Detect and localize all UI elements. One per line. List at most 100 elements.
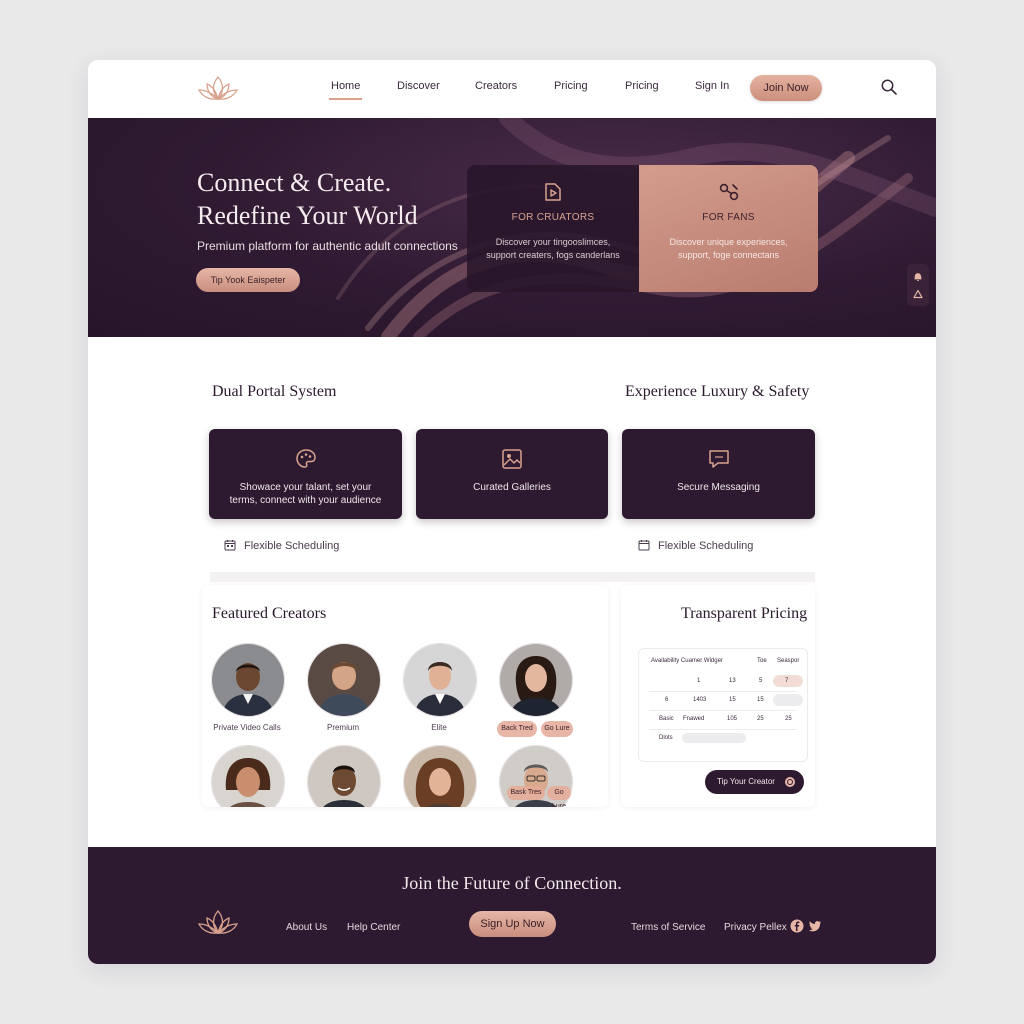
facebook-icon[interactable] (790, 919, 804, 933)
pricing-header-row: Availability Cuamer Widger Toe Seaspor (649, 653, 800, 671)
feature-card-messaging[interactable]: Secure Messaging (622, 429, 815, 519)
feature-card-talent[interactable]: Showace your talant, set your terms, con… (209, 429, 402, 519)
tip-button-label: Tip Your Creator (717, 777, 775, 786)
caption-elite: Elite (431, 723, 447, 732)
sign-up-now-button[interactable]: Sign Up Now (469, 911, 556, 937)
for-creators-portal[interactable]: FOR CRUATORS Discover your tingooslimces… (467, 165, 639, 292)
link-icon (719, 183, 738, 201)
nav-sign-in[interactable]: Sign In (695, 80, 729, 92)
footer-privacy-link[interactable]: Privacy Pellex (724, 922, 787, 933)
pricing-cell: Dlots (659, 735, 673, 741)
featured-creators-card: Featured Creators Private Video Calls Pr… (202, 585, 608, 807)
side-notification-pill[interactable] (907, 264, 929, 306)
pricing-cell: 25 (757, 716, 764, 722)
footer-about-link[interactable]: About Us (286, 922, 327, 933)
pricing-highlight[interactable] (773, 694, 803, 706)
feature-messaging-text: Secure Messaging (677, 482, 760, 493)
lotus-logo-icon[interactable] (196, 73, 240, 103)
for-creators-desc: Discover your tingooslimces, support cre… (486, 237, 620, 260)
pricing-row: 6 1403 15 15 (649, 692, 803, 711)
message-icon (708, 450, 729, 468)
section-divider (210, 572, 815, 582)
pricing-cell: 15 (757, 697, 764, 703)
flexible-scheduling-label-right: Flexible Scheduling (658, 540, 754, 552)
nav-pricing-2[interactable]: Pricing (625, 80, 659, 92)
caption-premium: Premium (326, 723, 359, 732)
flexible-scheduling-right: Flexible Scheduling (638, 539, 753, 552)
hero-banner: Connect & Create. Redefine Your World Pr… (88, 118, 936, 337)
bell-icon[interactable] (913, 272, 923, 282)
nav-discover[interactable]: Discover (397, 80, 440, 92)
top-nav: Home Discover Creators Pricing Pricing S… (88, 60, 936, 118)
tip-your-creator-button[interactable]: Tip Your Creator (705, 770, 804, 794)
pricing-cell: 6 (665, 697, 669, 703)
tag-chip[interactable]: Bask Tres (507, 786, 545, 800)
footer: Join the Future of Connection. About Us … (88, 847, 936, 964)
pricing-row: 1 13 5 7 (649, 673, 803, 692)
feature-card-galleries[interactable]: Curated Galleries (416, 429, 608, 519)
pricing-cell: 15 (729, 697, 736, 703)
calendar-icon (224, 540, 236, 551)
pricing-cell: 1403 (693, 697, 707, 703)
dual-portal-heading: Dual Portal System (212, 383, 337, 400)
creator-avatar[interactable] (307, 643, 381, 717)
for-fans-portal[interactable]: FOR FANS Discover unique experiences, su… (639, 165, 818, 292)
creator-photo-6 (308, 746, 380, 807)
hero-cta-button[interactable]: Tip Yook Eaispeter (196, 268, 300, 292)
gallery-icon (502, 449, 522, 469)
creator-avatar[interactable] (499, 643, 573, 717)
for-fans-title: FOR FANS (702, 212, 755, 223)
footer-help-link[interactable]: Help Center (347, 922, 400, 933)
creator-avatar[interactable] (211, 745, 285, 807)
page-card: Home Discover Creators Pricing Pricing S… (88, 60, 936, 964)
pricing-header: Toe (757, 658, 767, 664)
creator-photo-7 (404, 746, 476, 807)
creator-avatar[interactable] (211, 643, 285, 717)
twitter-icon[interactable] (808, 919, 822, 933)
nav-home[interactable]: Home (328, 80, 363, 100)
pricing-cell: 7 (785, 678, 789, 684)
palette-icon (295, 449, 316, 468)
tag-chip[interactable]: Go Lure (547, 786, 571, 807)
lotus-logo-icon[interactable] (196, 907, 240, 937)
transparent-pricing-heading: Transparent Pricing (681, 605, 808, 622)
pricing-cell: 13 (729, 678, 736, 684)
pricing-cell: Fnawed (683, 716, 705, 722)
hero-subtitle: Premium platform for authentic adult con… (197, 239, 458, 253)
flexible-scheduling-left: Flexible Scheduling (224, 539, 339, 552)
footer-terms-link[interactable]: Terms of Service (631, 922, 705, 933)
transparent-pricing-card: Transparent Pricing Availability Cuamer … (621, 585, 815, 807)
play-icon (545, 183, 561, 201)
pricing-table: Availability Cuamer Widger Toe Seaspor 1… (638, 648, 808, 762)
join-now-button[interactable]: Join Now (750, 75, 822, 101)
search-icon[interactable] (880, 78, 898, 96)
pricing-row: Basic Fnawed 105 25 25 (649, 711, 797, 730)
creator-avatar[interactable] (403, 745, 477, 807)
pricing-header: Availability Cuamer Widger (651, 658, 723, 664)
tag-chip[interactable]: Back Tred (497, 721, 537, 737)
hero-title: Connect & Create. Redefine Your World (197, 168, 418, 230)
alert-icon[interactable] (913, 289, 923, 299)
nav-creators[interactable]: Creators (475, 80, 517, 92)
creator-photo-4 (500, 644, 572, 716)
pricing-cell: 5 (759, 678, 763, 684)
pricing-cell: 1 (697, 678, 701, 684)
pricing-cell: 105 (727, 716, 738, 722)
creator-avatar[interactable] (403, 643, 477, 717)
pricing-header: Seaspor (777, 658, 800, 664)
pricing-cell: Basic (659, 716, 674, 722)
luxury-safety-heading: Experience Luxury & Safety (625, 383, 810, 400)
feature-talent-text: Showace your talant, set your terms, con… (229, 482, 382, 506)
pricing-cell: 25 (785, 716, 792, 722)
flexible-scheduling-label-left: Flexible Scheduling (244, 540, 340, 552)
featured-creators-heading: Featured Creators (212, 605, 327, 622)
for-creators-title: FOR CRUATORS (511, 212, 595, 223)
creator-avatar[interactable] (307, 745, 381, 807)
coin-icon (785, 777, 795, 787)
nav-pricing[interactable]: Pricing (554, 80, 588, 92)
creator-photo-1 (212, 644, 284, 716)
feature-galleries-text: Curated Galleries (473, 482, 551, 493)
caption-private-video-calls: Private Video Calls (213, 723, 281, 732)
pricing-placeholder-bar (682, 733, 746, 743)
tag-chip[interactable]: Go Lure (541, 721, 573, 737)
